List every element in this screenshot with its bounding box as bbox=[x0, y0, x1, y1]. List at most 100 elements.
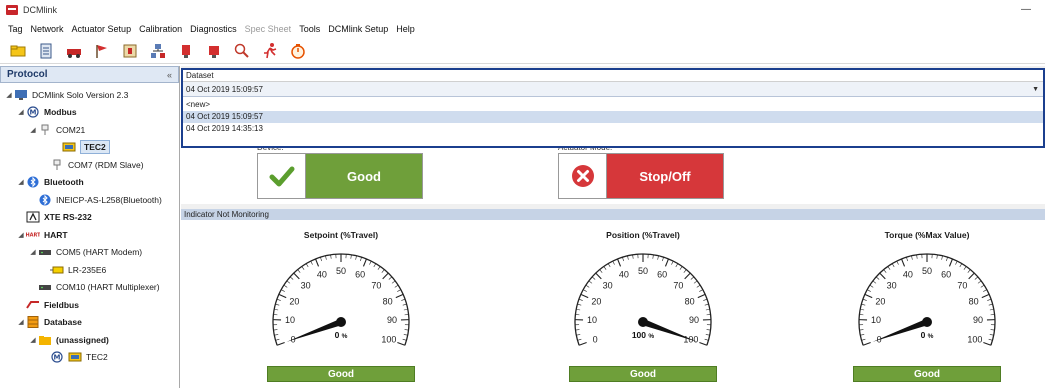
gauge-scale-label: 40 bbox=[317, 270, 327, 280]
tree-item[interactable]: COM7 (RDM Slave) bbox=[0, 156, 179, 174]
gauge-tick bbox=[657, 255, 659, 260]
tree-item[interactable]: ◢ DCMlink Solo Version 2.3 bbox=[0, 86, 179, 104]
timer-icon[interactable] bbox=[286, 40, 310, 62]
gauge-scale-label: 100 bbox=[967, 334, 982, 344]
gauge-scale-label: 30 bbox=[301, 280, 311, 290]
gauge-tick bbox=[683, 269, 687, 273]
tree-item[interactable]: XTE RS-232 bbox=[0, 209, 179, 227]
tree-item[interactable]: TEC2 bbox=[0, 139, 179, 157]
gauge-tick bbox=[355, 255, 357, 260]
tree-item[interactable]: M TEC2 bbox=[0, 349, 179, 367]
valve-red2-icon[interactable] bbox=[202, 40, 226, 62]
expand-arrow-icon[interactable]: ◢ bbox=[16, 231, 26, 239]
menu-tools[interactable]: Tools bbox=[295, 24, 324, 34]
network-icon[interactable] bbox=[146, 40, 170, 62]
gauge-tick bbox=[988, 303, 993, 306]
gauge-tick bbox=[281, 289, 285, 292]
gauge-scale-label: 70 bbox=[673, 280, 683, 290]
dataset-option-new[interactable]: <new> bbox=[183, 99, 1043, 111]
gauge-tick bbox=[675, 263, 679, 268]
gauge-tick bbox=[617, 258, 622, 267]
run-icon[interactable] bbox=[258, 40, 282, 62]
expand-arrow-icon[interactable]: ◢ bbox=[16, 108, 26, 116]
gauge-tick bbox=[671, 260, 674, 265]
gauge-scale-label: 70 bbox=[371, 280, 381, 290]
tree-item[interactable]: ◢ COM21 bbox=[0, 121, 179, 139]
chevron-down-icon[interactable]: ▼ bbox=[1032, 82, 1039, 97]
gauge-tick bbox=[403, 334, 408, 336]
expand-arrow-icon[interactable]: ◢ bbox=[4, 91, 14, 99]
gauge-tick bbox=[693, 280, 698, 284]
indicator-status-bar: Indicator Not Monitoring bbox=[181, 209, 1045, 220]
collapse-panel-button[interactable]: « bbox=[167, 70, 172, 80]
tree-item-label: (unassigned) bbox=[56, 334, 109, 345]
gauge-tick bbox=[289, 276, 294, 280]
expand-arrow-icon[interactable]: ◢ bbox=[16, 178, 26, 186]
tree-item[interactable]: ◢ M Modbus bbox=[0, 104, 179, 122]
computer-icon bbox=[14, 89, 28, 101]
setpoint-gauge: Setpoint (%Travel) 010203040506070809010… bbox=[221, 220, 461, 388]
tree-item[interactable]: ◢ Database bbox=[0, 314, 179, 332]
svg-text:HART: HART bbox=[26, 232, 40, 238]
gauge-tick bbox=[861, 338, 866, 341]
gauge-tick bbox=[690, 276, 695, 280]
folder-icon[interactable] bbox=[6, 40, 30, 62]
tree-item-label: DCMlink Solo Version 2.3 bbox=[32, 89, 129, 100]
gauge-tick bbox=[948, 258, 953, 267]
gauge-tick bbox=[577, 338, 582, 341]
gauge-tick bbox=[577, 303, 582, 306]
gauge-tick bbox=[622, 257, 624, 262]
expand-arrow-icon[interactable]: ◢ bbox=[28, 336, 38, 344]
valve-red-icon[interactable] bbox=[174, 40, 198, 62]
menu-tag[interactable]: Tag bbox=[4, 24, 27, 34]
dataset-option[interactable]: 04 Oct 2019 15:09:57 bbox=[183, 111, 1043, 123]
main-content: Dataset 04 Oct 2019 15:09:57 ▼ <new> 04 … bbox=[181, 66, 1045, 388]
expand-arrow-icon[interactable]: ◢ bbox=[28, 126, 38, 134]
tree-item[interactable]: ◢ HART HART bbox=[0, 226, 179, 244]
tree-item[interactable]: ◢ COM5 (HART Modem) bbox=[0, 244, 179, 262]
expand-arrow-icon[interactable]: ◢ bbox=[16, 318, 26, 326]
dataset-option[interactable]: 04 Oct 2019 14:35:13 bbox=[183, 123, 1043, 135]
gauge-title: Torque (%Max Value) bbox=[884, 230, 970, 240]
menu-help[interactable]: Help bbox=[392, 24, 419, 34]
gauge-tick bbox=[401, 298, 406, 301]
menu-diagnostics[interactable]: Diagnostics bbox=[186, 24, 241, 34]
gauge-tick bbox=[627, 255, 629, 260]
gauge-tick bbox=[974, 276, 979, 280]
document-icon[interactable] bbox=[34, 40, 58, 62]
gauge-scale-label: 100 bbox=[381, 334, 396, 344]
flag-icon[interactable] bbox=[90, 40, 114, 62]
tree-item[interactable]: ◢ Bluetooth bbox=[0, 174, 179, 192]
menu-actuator-setup[interactable]: Actuator Setup bbox=[68, 24, 136, 34]
app-logo-icon bbox=[6, 5, 18, 15]
expand-arrow-icon[interactable]: ◢ bbox=[28, 248, 38, 256]
search-icon[interactable] bbox=[230, 40, 254, 62]
menu-network[interactable]: Network bbox=[27, 24, 68, 34]
gauge-scale-label: 10 bbox=[871, 315, 881, 325]
minimize-button[interactable]: — bbox=[1021, 4, 1031, 15]
gauge-title: Setpoint (%Travel) bbox=[303, 230, 379, 240]
tree-item[interactable]: COM10 (HART Multiplexer) bbox=[0, 279, 179, 297]
gauge-tick bbox=[350, 254, 352, 259]
gauge-tick bbox=[989, 308, 994, 311]
tree-item-label: INEICP-AS-L258(Bluetooth) bbox=[56, 194, 162, 205]
menu-calibration[interactable]: Calibration bbox=[135, 24, 186, 34]
dataset-select[interactable]: 04 Oct 2019 15:09:57 ▼ bbox=[183, 82, 1043, 97]
tree-item[interactable]: LR-235E6 bbox=[0, 261, 179, 279]
gauge-scale-label: 90 bbox=[689, 315, 699, 325]
tree-item[interactable]: INEICP-AS-L258(Bluetooth) bbox=[0, 191, 179, 209]
gauge-scale-label: 50 bbox=[336, 266, 346, 276]
gauge-scale-label: 50 bbox=[922, 266, 932, 276]
device-icon[interactable] bbox=[118, 40, 142, 62]
tec-icon bbox=[68, 351, 82, 363]
tree-item[interactable]: ◢ (unassigned) bbox=[0, 331, 179, 349]
menu-dcmlink-setup[interactable]: DCMlink Setup bbox=[324, 24, 392, 34]
tree-item[interactable]: Fieldbus bbox=[0, 296, 179, 314]
vehicle-icon[interactable] bbox=[62, 40, 86, 62]
gauge-tick bbox=[679, 266, 683, 270]
port-icon bbox=[50, 159, 64, 171]
gauge-tick bbox=[936, 254, 938, 259]
dataset-dropdown[interactable]: Dataset 04 Oct 2019 15:09:57 ▼ <new> 04 … bbox=[181, 68, 1045, 148]
tree-item-label: COM10 (HART Multiplexer) bbox=[56, 282, 160, 293]
gauge-scale-label: 10 bbox=[285, 315, 295, 325]
